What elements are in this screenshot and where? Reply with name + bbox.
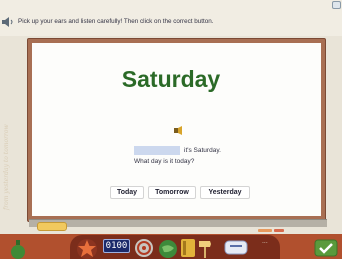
spiral-icon[interactable]	[134, 238, 154, 258]
globe-icon[interactable]	[158, 239, 178, 259]
chalk-icon	[258, 229, 272, 232]
chalk-tray	[29, 219, 327, 227]
word-title: Saturday	[121, 66, 221, 92]
today-button[interactable]: Today	[110, 186, 144, 199]
sponge-icon	[37, 222, 67, 231]
star-icon[interactable]	[76, 238, 98, 259]
sign-icon[interactable]	[198, 240, 212, 258]
sentence-line-1: it's Saturday.	[184, 147, 221, 154]
sentence-line-2: What day is it today?	[134, 158, 195, 165]
tomorrow-button[interactable]: Tomorrow	[148, 186, 196, 199]
bottle-icon[interactable]	[10, 240, 26, 259]
checkmark-icon[interactable]	[314, 239, 338, 257]
instruction-text: Pick up your ears and listen carefully! …	[18, 18, 214, 25]
score-counter: 0100	[103, 239, 130, 253]
book-icon[interactable]	[180, 238, 196, 258]
wall-writing-bottom: ...	[262, 238, 268, 245]
wall-writing: from yesterday to tomorrow	[3, 124, 10, 210]
play-sound-icon[interactable]	[174, 126, 184, 135]
answer-blank	[134, 146, 180, 155]
speaker-icon[interactable]	[2, 17, 14, 27]
yesterday-button[interactable]: Yesterday	[200, 186, 250, 199]
chalk-icon	[274, 229, 284, 232]
window-icon[interactable]	[332, 1, 341, 9]
chat-icon[interactable]	[224, 240, 248, 256]
